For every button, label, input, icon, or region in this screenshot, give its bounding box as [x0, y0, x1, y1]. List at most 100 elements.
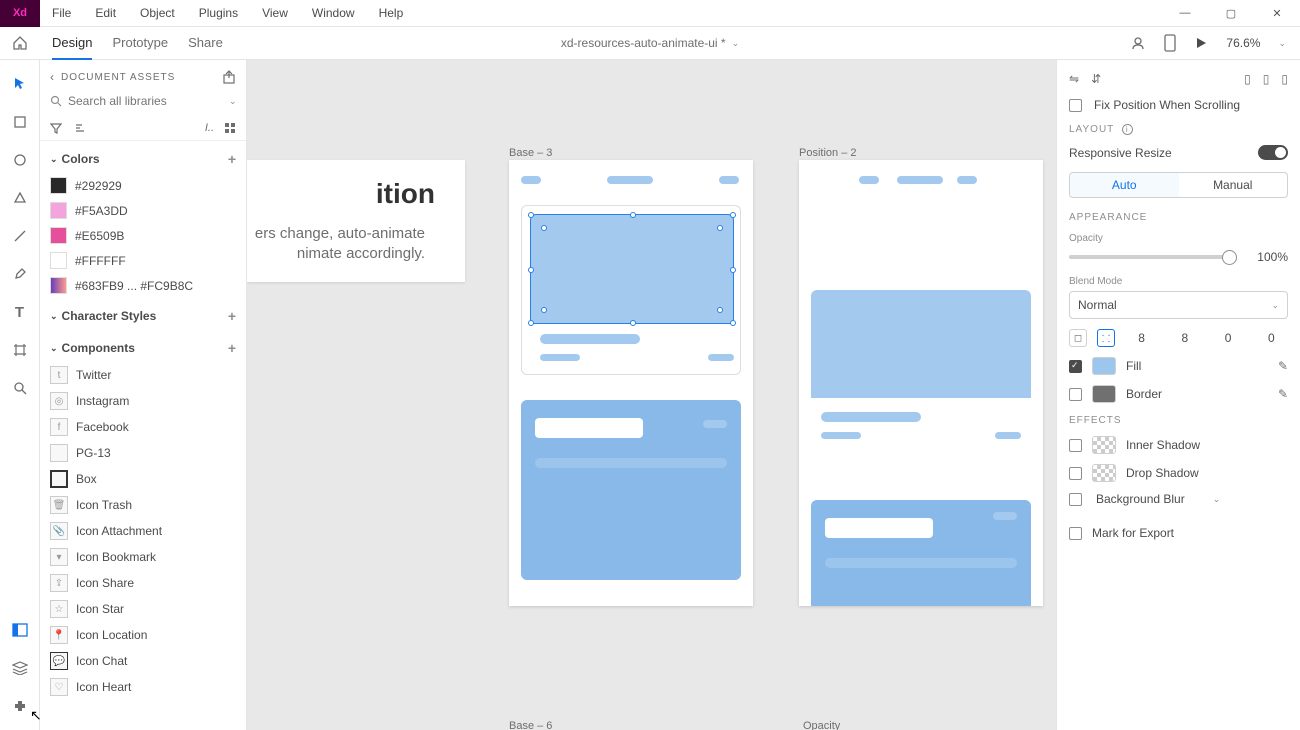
- grid-view-icon[interactable]: [224, 122, 236, 134]
- home-button[interactable]: [0, 27, 40, 59]
- artboard-label[interactable]: Position – 2: [799, 147, 856, 159]
- back-icon[interactable]: ‹: [50, 70, 55, 84]
- menu-object[interactable]: Object: [128, 0, 187, 27]
- drop-shadow-chip[interactable]: [1092, 464, 1116, 482]
- assets-panel-button[interactable]: [10, 620, 30, 640]
- plugins-panel-button[interactable]: [10, 696, 30, 716]
- list-view-icon[interactable]: I..: [205, 122, 214, 134]
- export-checkbox[interactable]: [1069, 527, 1082, 540]
- artboard-position-2[interactable]: [799, 160, 1043, 606]
- independent-corners-icon[interactable]: ⸬: [1097, 329, 1115, 347]
- sort-icon[interactable]: [74, 122, 86, 134]
- artboard-label[interactable]: Base – 3: [509, 147, 552, 159]
- pen-tool[interactable]: [10, 264, 30, 284]
- component-item[interactable]: Box: [40, 466, 246, 492]
- artboard-label[interactable]: Opacity: [803, 720, 840, 730]
- blur-checkbox[interactable]: [1069, 493, 1082, 506]
- component-item[interactable]: ▾Icon Bookmark: [40, 544, 246, 570]
- color-swatch[interactable]: #683FB9 ... #FC9B8C: [40, 273, 246, 298]
- eyedropper-icon[interactable]: ✎: [1278, 359, 1288, 373]
- corner-tr[interactable]: 8: [1168, 331, 1201, 345]
- artboard-base-3[interactable]: [509, 160, 753, 606]
- tab-prototype[interactable]: Prototype: [112, 27, 168, 60]
- color-swatch[interactable]: #292929: [40, 173, 246, 198]
- menu-file[interactable]: File: [40, 0, 83, 27]
- selected-rectangle[interactable]: [530, 214, 734, 324]
- layers-panel-button[interactable]: [10, 658, 30, 678]
- eyedropper-icon[interactable]: ✎: [1278, 387, 1288, 401]
- menu-window[interactable]: Window: [300, 0, 367, 27]
- color-swatch[interactable]: #F5A3DD: [40, 198, 246, 223]
- fill-color-chip[interactable]: [1092, 357, 1116, 375]
- border-checkbox[interactable]: [1069, 388, 1082, 401]
- component-item[interactable]: ⇪Icon Share: [40, 570, 246, 596]
- artboard-tool[interactable]: [10, 340, 30, 360]
- text-artboard[interactable]: ition ers change, auto-animatenimate acc…: [247, 160, 465, 282]
- component-item[interactable]: 🗑Icon Trash: [40, 492, 246, 518]
- publish-icon[interactable]: [222, 70, 236, 84]
- color-swatch[interactable]: #FFFFFF: [40, 248, 246, 273]
- menu-plugins[interactable]: Plugins: [187, 0, 250, 27]
- component-item[interactable]: fFacebook: [40, 414, 246, 440]
- ellipse-tool[interactable]: [10, 150, 30, 170]
- chevron-down-icon[interactable]: ⌄: [1213, 494, 1221, 505]
- chevron-down-icon[interactable]: ⌄: [229, 96, 237, 107]
- component-item[interactable]: ☆Icon Star: [40, 596, 246, 622]
- align-right-icon[interactable]: ▯: [1281, 72, 1288, 86]
- select-tool[interactable]: [10, 74, 30, 94]
- fill-checkbox[interactable]: [1069, 360, 1082, 373]
- align-center-icon[interactable]: ▯: [1263, 72, 1270, 86]
- zoom-chevron-icon[interactable]: ⌄: [1278, 38, 1286, 49]
- auto-button[interactable]: Auto: [1070, 173, 1179, 197]
- manual-button[interactable]: Manual: [1179, 173, 1288, 197]
- menu-help[interactable]: Help: [367, 0, 416, 27]
- text-tool[interactable]: T: [10, 302, 30, 322]
- invite-icon[interactable]: [1130, 35, 1146, 51]
- line-tool[interactable]: [10, 226, 30, 246]
- info-icon[interactable]: i: [1122, 124, 1133, 135]
- caret-icon[interactable]: ⌄: [50, 154, 58, 165]
- artboard-label[interactable]: Base – 6: [509, 720, 552, 730]
- fix-position-checkbox[interactable]: [1069, 99, 1082, 112]
- minimize-button[interactable]: ―: [1162, 0, 1208, 27]
- menu-view[interactable]: View: [250, 0, 300, 27]
- maximize-button[interactable]: ▢: [1208, 0, 1254, 27]
- filter-icon[interactable]: [50, 122, 62, 134]
- caret-icon[interactable]: ⌄: [50, 343, 58, 354]
- component-item[interactable]: PG-13: [40, 440, 246, 466]
- close-button[interactable]: ✕: [1254, 0, 1300, 27]
- align-left-icon[interactable]: ▯: [1244, 72, 1251, 86]
- play-preview-icon[interactable]: [1194, 36, 1208, 50]
- tab-design[interactable]: Design: [52, 27, 92, 60]
- add-color-button[interactable]: +: [228, 151, 236, 167]
- corner-bl[interactable]: 0: [1255, 331, 1288, 345]
- inner-shadow-chip[interactable]: [1092, 436, 1116, 454]
- blend-mode-select[interactable]: Normal⌄: [1069, 291, 1288, 319]
- polygon-tool[interactable]: [10, 188, 30, 208]
- search-input[interactable]: [68, 94, 223, 108]
- zoom-tool[interactable]: [10, 378, 30, 398]
- canvas[interactable]: ition ers change, auto-animatenimate acc…: [247, 60, 1056, 730]
- corner-br[interactable]: 0: [1212, 331, 1245, 345]
- zoom-level[interactable]: 76.6%: [1226, 36, 1260, 50]
- chevron-down-icon[interactable]: ⌄: [732, 38, 740, 49]
- mobile-preview-icon[interactable]: [1164, 34, 1176, 52]
- component-item[interactable]: tTwitter: [40, 362, 246, 388]
- opacity-slider[interactable]: [1069, 255, 1231, 259]
- menu-edit[interactable]: Edit: [83, 0, 128, 27]
- resize-mode-segment[interactable]: Auto Manual: [1069, 172, 1288, 198]
- component-item[interactable]: ◎Instagram: [40, 388, 246, 414]
- responsive-toggle[interactable]: [1258, 145, 1288, 160]
- component-item[interactable]: ♡Icon Heart: [40, 674, 246, 700]
- corner-tl[interactable]: 8: [1125, 331, 1158, 345]
- inner-shadow-checkbox[interactable]: [1069, 439, 1082, 452]
- tab-share[interactable]: Share: [188, 27, 223, 60]
- caret-icon[interactable]: ⌄: [50, 311, 58, 322]
- component-item[interactable]: 📍Icon Location: [40, 622, 246, 648]
- rectangle-tool[interactable]: [10, 112, 30, 132]
- component-item[interactable]: 💬Icon Chat: [40, 648, 246, 674]
- same-corners-icon[interactable]: ◻: [1069, 329, 1087, 347]
- flip-horizontal-icon[interactable]: ⇋: [1069, 72, 1079, 86]
- color-swatch[interactable]: #E6509B: [40, 223, 246, 248]
- drop-shadow-checkbox[interactable]: [1069, 467, 1082, 480]
